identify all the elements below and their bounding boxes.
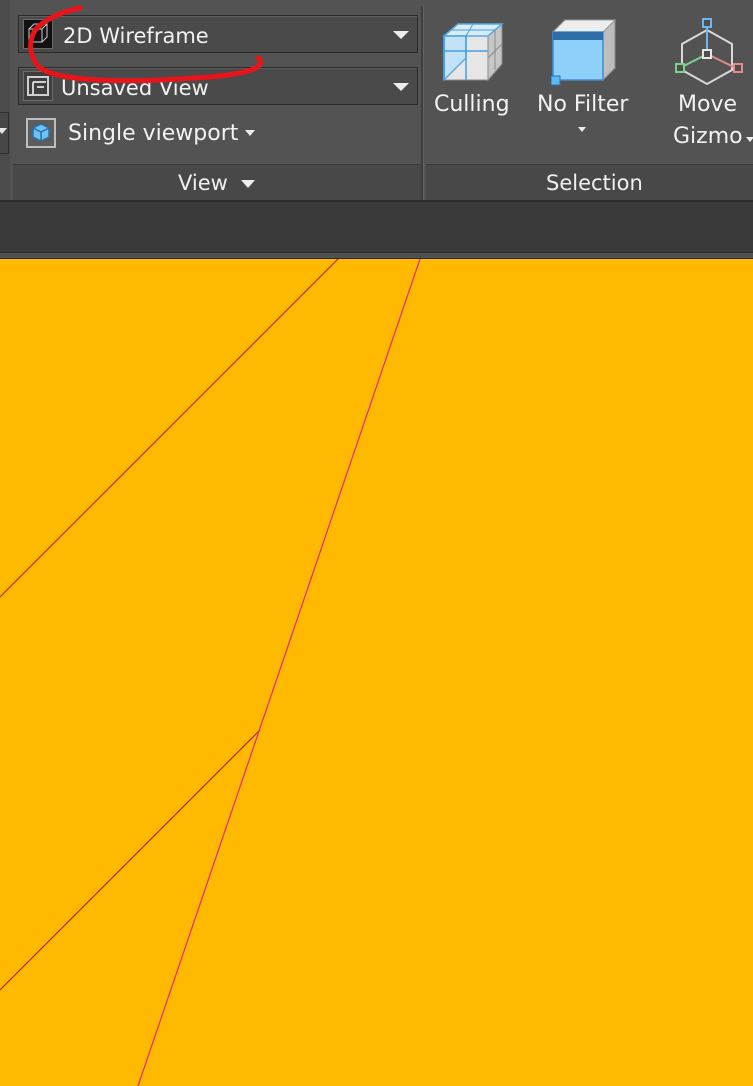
panel-divider	[421, 6, 424, 200]
drawing-line-1[interactable]	[0, 259, 339, 598]
stub-dropdown-arrow-icon	[0, 128, 7, 134]
move-gizmo-icon	[674, 18, 744, 88]
ribbon: 2D Wireframe Unsaved View Single viewpor…	[0, 0, 753, 200]
collapsed-panel-stub[interactable]	[0, 0, 10, 200]
viewport-cube-icon	[26, 118, 56, 148]
selection-panel-footer[interactable]: Selection	[426, 164, 753, 200]
drawing-line-2[interactable]	[0, 729, 261, 991]
visual-style-value: 2D Wireframe	[63, 24, 209, 48]
viewport-config-label: Single viewport	[68, 121, 239, 146]
panel-expand-arrow-icon	[241, 180, 255, 188]
file-tab-bar[interactable]	[0, 200, 753, 254]
move-gizmo-button[interactable]: Move Gizmo	[666, 14, 753, 156]
chevron-down-icon	[746, 137, 753, 142]
culling-label: Culling	[434, 92, 510, 117]
culling-cube-icon	[440, 18, 506, 84]
chevron-down-icon	[393, 83, 409, 91]
view-manager-icon	[23, 71, 53, 101]
chevron-down-icon	[393, 31, 409, 39]
chevron-down-icon	[245, 130, 255, 136]
drawing-canvas[interactable]	[0, 259, 753, 1086]
wireframe-cube-icon	[23, 19, 53, 49]
filter-box-icon	[550, 18, 619, 86]
viewport-configuration-button[interactable]: Single viewport	[24, 114, 264, 152]
move-gizmo-label-line2: Gizmo	[673, 124, 743, 149]
no-filter-label: No Filter	[537, 92, 629, 117]
visual-style-dropdown[interactable]: 2D Wireframe	[18, 15, 418, 53]
move-gizmo-label-line1: Move	[678, 92, 737, 117]
named-view-value: Unsaved View	[61, 76, 209, 100]
drawing-viewport[interactable]	[0, 259, 753, 1086]
view-panel-title: View	[178, 171, 228, 195]
chevron-down-icon	[578, 127, 586, 132]
named-view-dropdown[interactable]: Unsaved View	[18, 67, 418, 105]
view-panel-footer[interactable]: View	[13, 164, 422, 200]
culling-button[interactable]: Culling	[430, 14, 514, 126]
no-filter-button[interactable]: No Filter	[533, 14, 637, 144]
selection-panel-title: Selection	[546, 171, 643, 195]
drawing-line-3[interactable]	[137, 259, 421, 1086]
